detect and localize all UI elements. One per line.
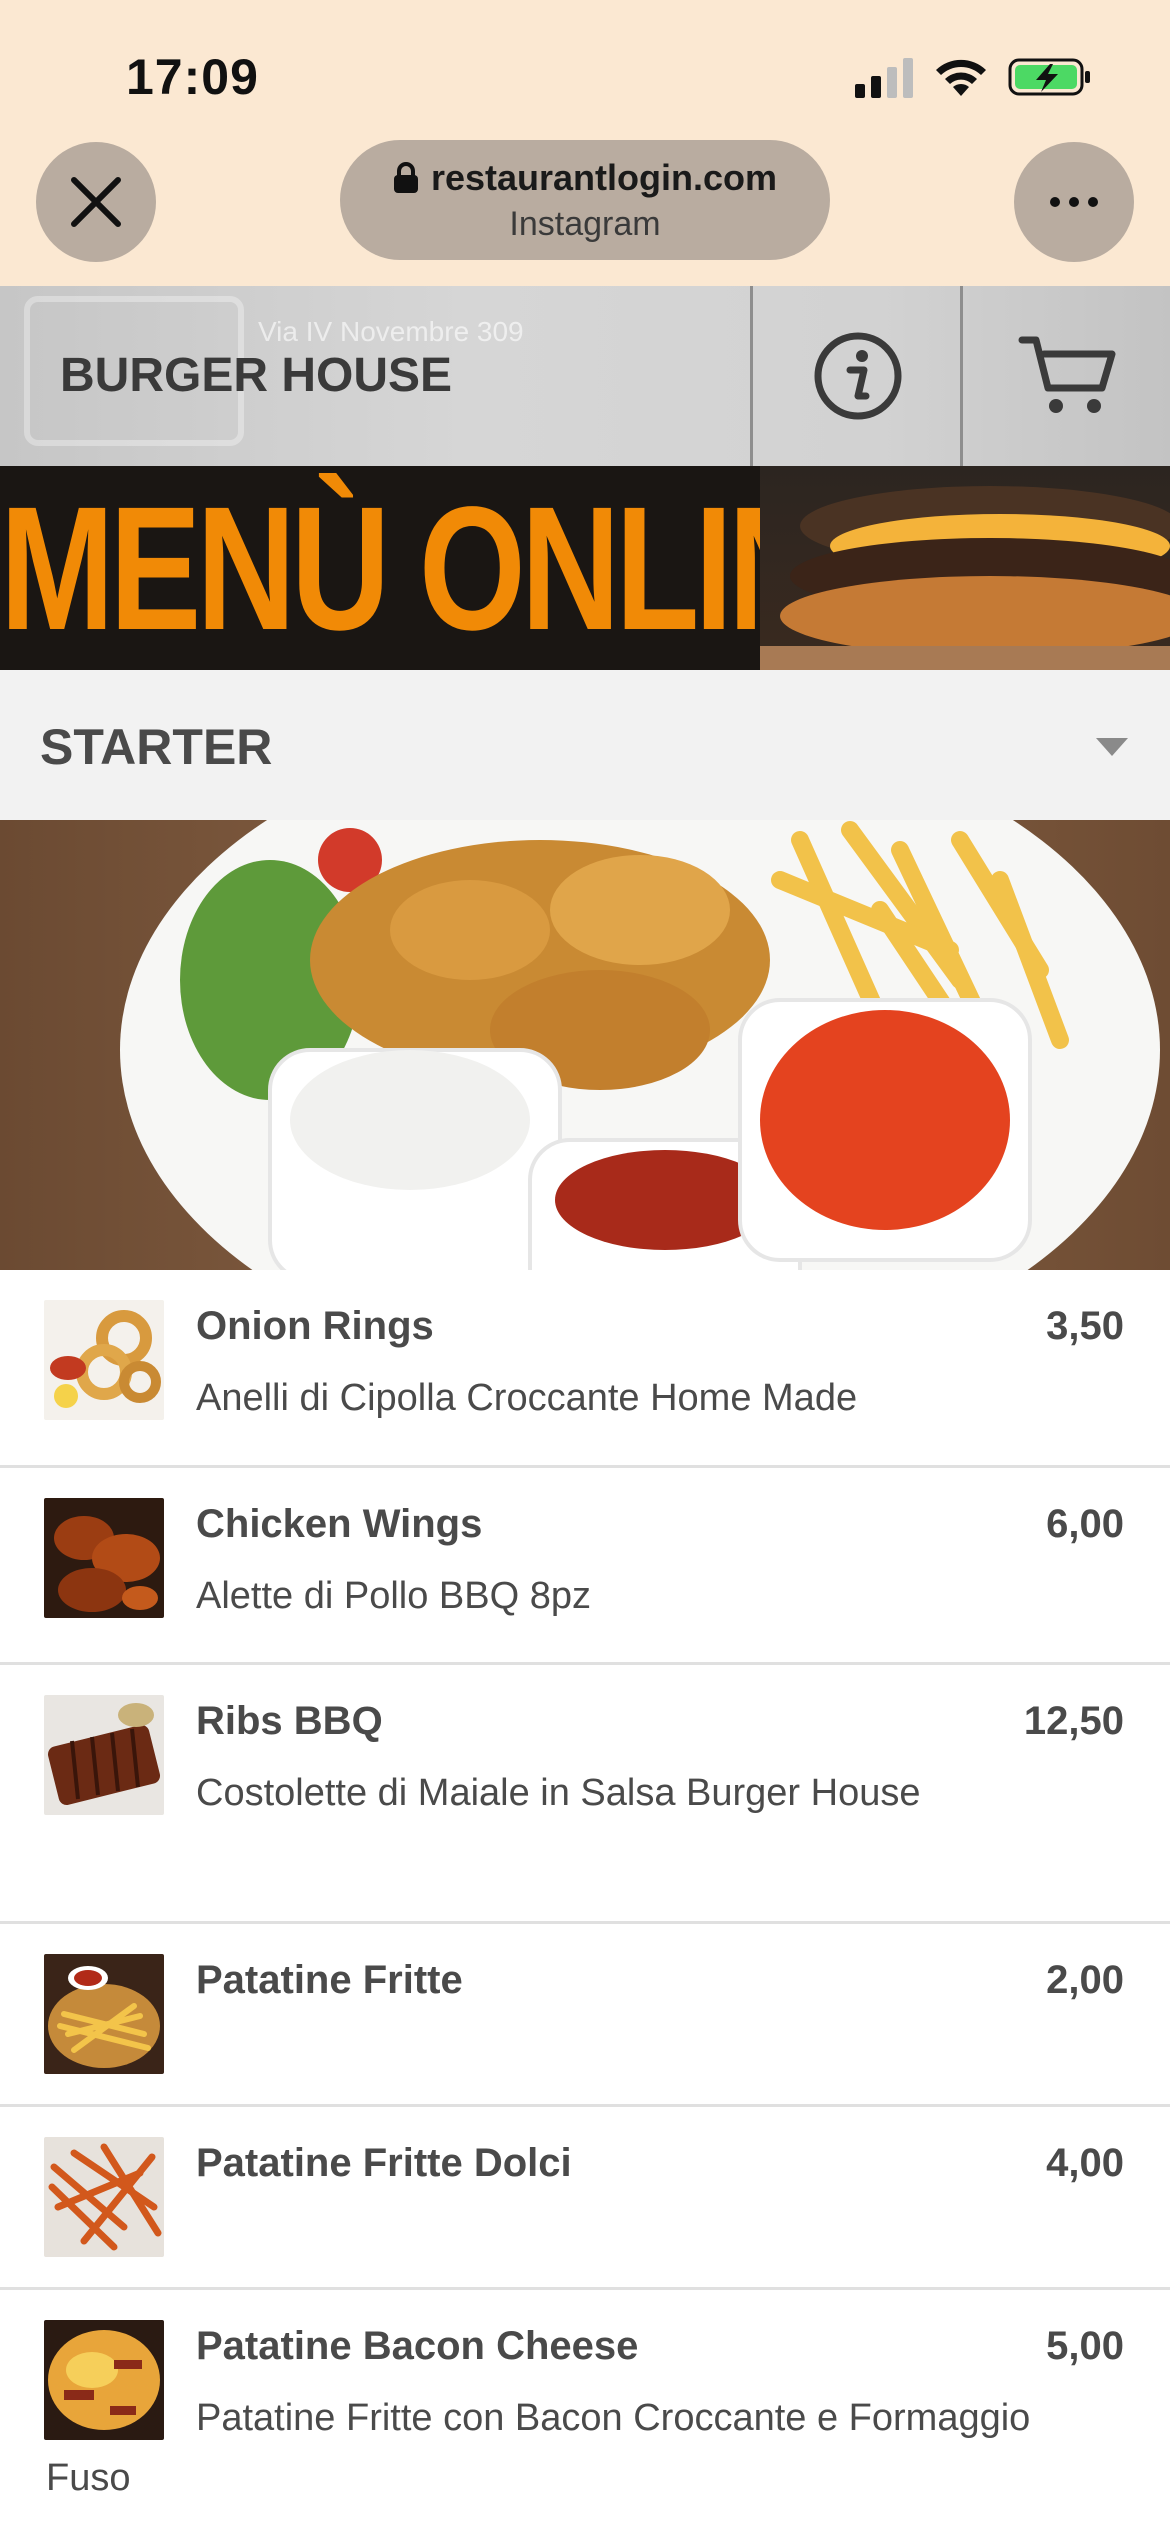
chevron-down-icon[interactable]: [1096, 738, 1128, 756]
menu-item[interactable]: Ribs BBQ 12,50 Costolette di Maiale in S…: [0, 1665, 1170, 1924]
menu-banner: MENÙ ONLINE: [0, 466, 1170, 670]
item-description: Alette di Pollo BBQ 8pz: [196, 1575, 591, 1617]
menu-item[interactable]: Onion Rings 3,50 Anelli di Cipolla Crocc…: [0, 1270, 1170, 1468]
item-name: Onion Rings: [196, 1304, 434, 1348]
lock-icon: [393, 161, 418, 193]
brand-name[interactable]: BURGER HOUSE: [60, 348, 452, 403]
url-text: restaurantlogin.com: [430, 156, 778, 198]
browser-chrome: 17:09 restaurantlogin.com Instagram: [0, 0, 1170, 286]
category-hero-image: [0, 820, 1170, 1270]
item-price: 4,00: [1046, 2141, 1124, 2185]
item-description: Anelli di Cipolla Croccante Home Made: [196, 1377, 858, 1419]
item-price: 6,00: [1046, 1502, 1124, 1546]
signal-icon: [855, 58, 913, 98]
cart-icon[interactable]: [1018, 332, 1118, 420]
item-name: Ribs BBQ: [196, 1699, 383, 1743]
header-divider: [750, 286, 753, 466]
item-thumbnail: [44, 2137, 164, 2257]
category-selector[interactable]: STARTER: [0, 670, 1170, 820]
item-price: 5,00: [1046, 2324, 1124, 2368]
menu-item[interactable]: Patatine Bacon Cheese 5,00 Patatine Frit…: [0, 2290, 1170, 2532]
close-icon: [71, 177, 121, 227]
url-subtitle: Instagram: [509, 204, 661, 243]
category-title: STARTER: [40, 719, 273, 775]
menu-item[interactable]: Patatine Fritte Dolci 4,00: [0, 2107, 1170, 2290]
item-description: Costolette di Maiale in Salsa Burger Hou…: [196, 1772, 921, 1814]
status-time: 17:09: [126, 49, 259, 105]
menu-list: Onion Rings 3,50 Anelli di Cipolla Crocc…: [0, 1270, 1170, 2532]
address-bar[interactable]: restaurantlogin.com Instagram: [340, 140, 830, 260]
header-divider: [960, 286, 963, 466]
item-name: Chicken Wings: [196, 1502, 483, 1546]
item-price: 3,50: [1046, 1304, 1124, 1348]
item-name: Patatine Bacon Cheese: [196, 2324, 639, 2368]
more-icon: [1050, 197, 1098, 207]
menu-item[interactable]: Patatine Fritte 2,00: [0, 1924, 1170, 2107]
more-button[interactable]: [1014, 142, 1134, 262]
site-header: Via IV Novembre 309 BURGER HOUSE: [0, 286, 1170, 466]
item-price: 12,50: [1023, 1699, 1124, 1743]
close-button[interactable]: [36, 142, 156, 262]
header-address-ghost: Via IV Novembre 309: [258, 316, 524, 347]
item-name: Patatine Fritte: [196, 1958, 463, 2002]
burger-image: [760, 466, 1170, 670]
info-icon[interactable]: [812, 330, 904, 422]
menu-item[interactable]: Chicken Wings 6,00 Alette di Pollo BBQ 8…: [0, 1468, 1170, 1665]
item-name: Patatine Fritte Dolci: [196, 2141, 572, 2185]
page: 17:09 restaurantlogin.com Instagram Via …: [0, 0, 1170, 2532]
battery-icon: [1008, 58, 1090, 96]
item-thumbnail: [44, 1954, 164, 2074]
item-description: Patatine Fritte con Bacon Croccante e Fo…: [46, 2397, 1031, 2499]
wifi-icon: [936, 59, 986, 96]
item-price: 2,00: [1046, 1958, 1124, 2002]
